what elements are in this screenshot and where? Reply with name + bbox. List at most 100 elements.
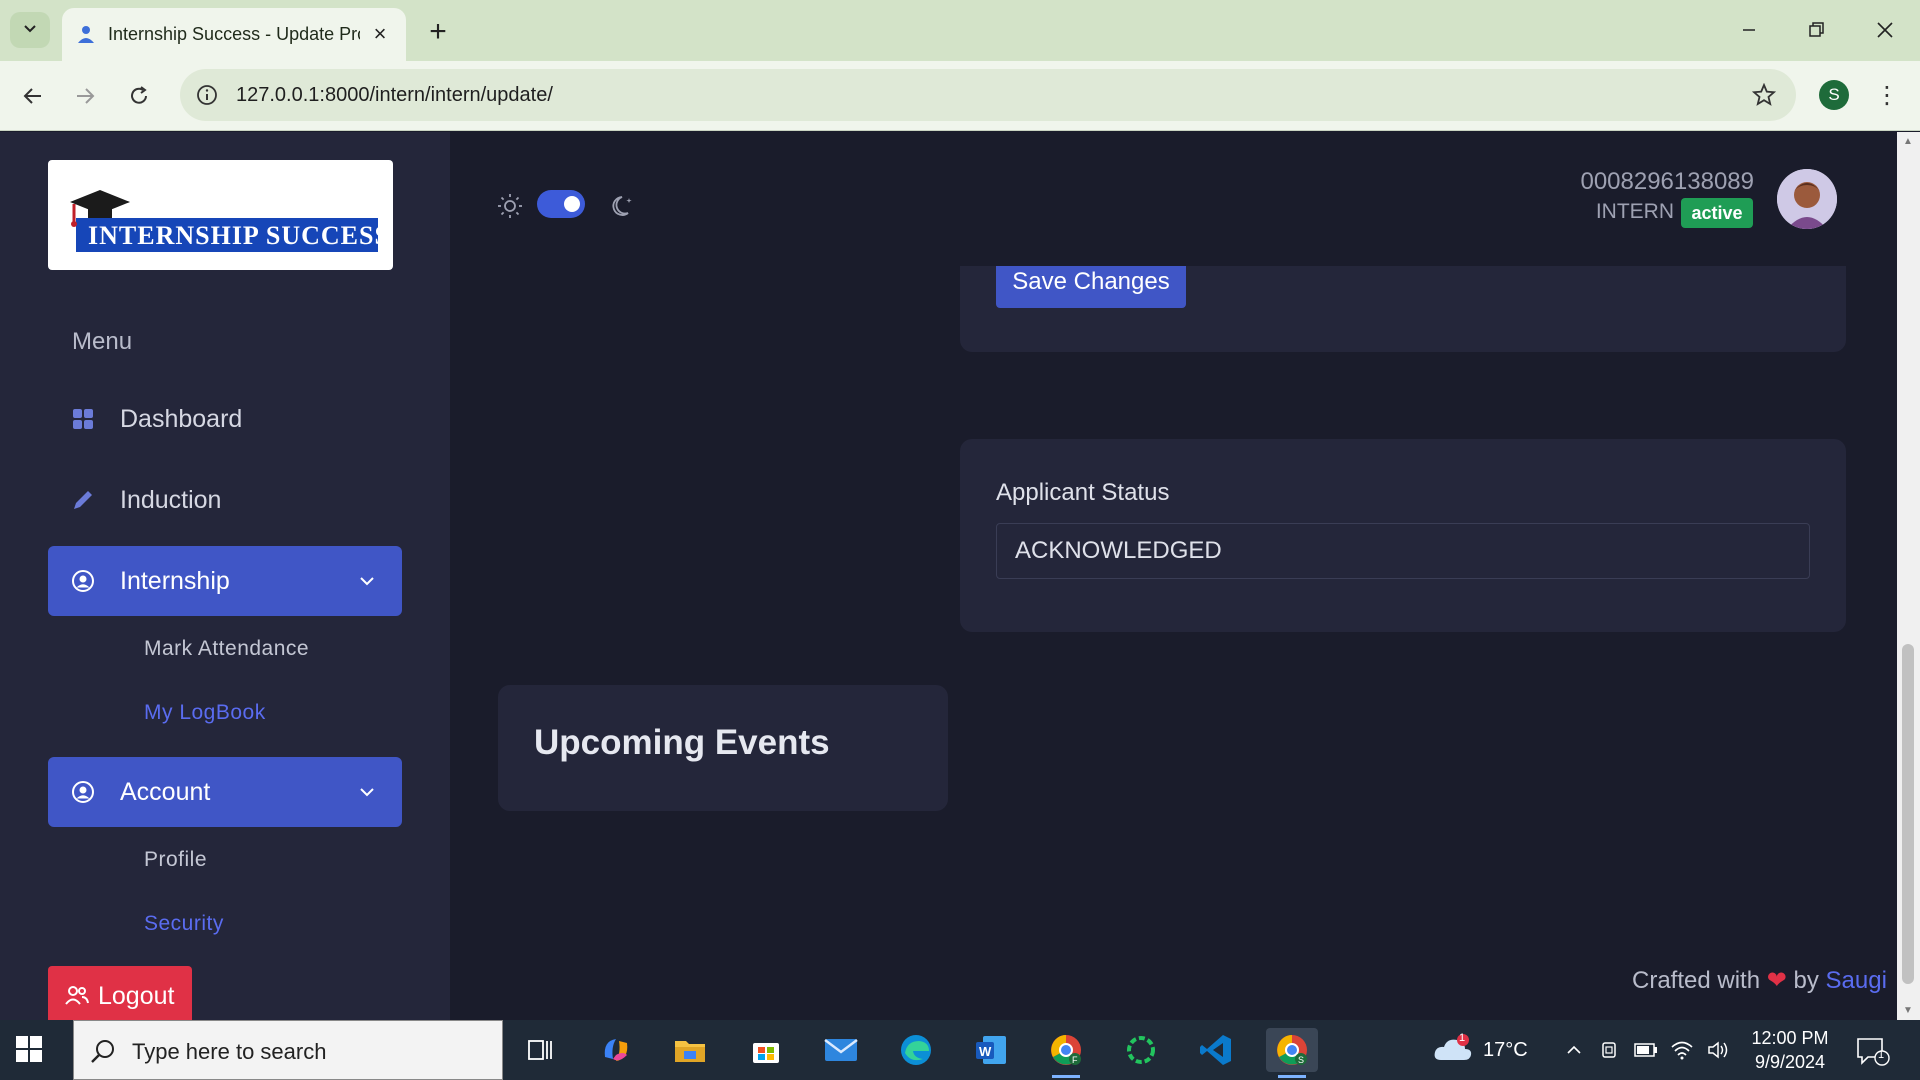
battery-icon[interactable]	[1634, 1038, 1658, 1062]
app-spinner-icon[interactable]	[1115, 1028, 1167, 1072]
windows-logo-icon	[16, 1036, 42, 1062]
word-icon[interactable]: W	[965, 1028, 1017, 1072]
search-placeholder: Type here to search	[132, 1039, 327, 1064]
sidebar-item-label: Dashboard	[120, 405, 243, 433]
sidebar-subitem-security[interactable]: Security	[144, 912, 224, 936]
footer-author-link[interactable]: Saugi	[1826, 967, 1887, 994]
url-text: 127.0.0.1:8000/intern/intern/update/	[236, 84, 553, 106]
grid-icon	[70, 406, 96, 432]
sidebar-subitem-profile[interactable]: Profile	[144, 848, 207, 872]
user-id: 0008296138089	[1580, 168, 1754, 195]
applicant-status-card: Applicant Status	[960, 439, 1846, 632]
file-explorer-icon[interactable]	[664, 1028, 716, 1072]
brand-logo[interactable]: INTERNSHIP SUCCESS	[48, 160, 393, 270]
sidebar-subitem-mark-attendance[interactable]: Mark Attendance	[144, 637, 309, 661]
sidebar-item-label: Internship	[120, 567, 230, 595]
user-favicon-icon	[74, 22, 98, 46]
status-badge: active	[1681, 198, 1753, 228]
moon-icon	[607, 190, 639, 222]
sidebar-item-induction[interactable]: Induction	[48, 465, 402, 535]
scroll-down-arrow-icon[interactable]: ▼	[1903, 1005, 1913, 1016]
events-title: Upcoming Events	[534, 723, 830, 762]
user-circle-icon	[70, 779, 96, 805]
edge-browser-icon[interactable]	[890, 1028, 942, 1072]
upcoming-events-card: Upcoming Events	[498, 685, 948, 811]
browser-tab-bar: Internship Success - Update Pro × +	[0, 0, 1920, 61]
reload-button[interactable]	[120, 77, 158, 115]
copilot-icon[interactable]	[590, 1028, 642, 1072]
vscode-icon[interactable]	[1190, 1028, 1242, 1072]
system-clock[interactable]: 12:00 PM 9/9/2024	[1740, 1026, 1840, 1074]
chevron-up-icon[interactable]	[1562, 1038, 1586, 1062]
weather-alert-count: 1	[1459, 1032, 1466, 1044]
sidebar-item-internship[interactable]: Internship	[48, 546, 402, 616]
sidebar-item-label: Account	[120, 778, 211, 806]
applicant-status-field[interactable]	[996, 523, 1810, 579]
windows-taskbar: Type here to search W F S 1 17°C 12:00 P…	[0, 1020, 1920, 1080]
chevron-down-icon	[356, 570, 378, 592]
logout-label: Logout	[98, 982, 175, 1010]
sidebar: INTERNSHIP SUCCESS Menu Dashboard Induct…	[0, 132, 450, 1020]
new-tab-button[interactable]: +	[420, 14, 456, 50]
taskbar-search-box[interactable]: Type here to search	[73, 1020, 503, 1080]
sidebar-item-label: Induction	[120, 486, 222, 514]
sidebar-item-account[interactable]: Account	[48, 757, 402, 827]
wifi-icon[interactable]	[1670, 1038, 1694, 1062]
users-icon	[64, 984, 90, 1013]
task-view-icon[interactable]	[514, 1028, 566, 1072]
toggle-knob	[564, 196, 580, 212]
svg-text:INTERNSHIP SUCCESS: INTERNSHIP SUCCESS	[88, 221, 390, 250]
heart-icon: ❤	[1766, 967, 1787, 994]
chevron-down-icon	[356, 781, 378, 803]
bookmark-star-icon[interactable]	[1750, 81, 1778, 109]
meet-now-icon[interactable]	[1598, 1038, 1622, 1062]
reload-icon	[131, 86, 147, 104]
sidebar-item-dashboard[interactable]: Dashboard	[48, 384, 402, 454]
footer-credit: Crafted with ❤ by Saugi	[1632, 966, 1887, 995]
back-button[interactable]	[14, 77, 52, 115]
minimize-button[interactable]	[1724, 10, 1774, 50]
arrow-right-icon	[77, 88, 95, 104]
svg-text:S: S	[1298, 1055, 1304, 1065]
chevron-down-icon	[22, 20, 38, 41]
chrome-profile-f-icon[interactable]: F	[1040, 1028, 1092, 1078]
avatar-image	[1777, 169, 1837, 229]
notification-center-icon[interactable]: 1	[1856, 1036, 1892, 1066]
weather-temperature: 17°C	[1483, 1039, 1528, 1061]
svg-text:W: W	[979, 1044, 992, 1059]
scrollbar-thumb[interactable]	[1902, 644, 1914, 984]
page-viewport: INTERNSHIP SUCCESS Menu Dashboard Induct…	[0, 132, 1920, 1020]
site-info-icon[interactable]	[194, 82, 220, 108]
footer-prefix: Crafted with	[1632, 967, 1761, 994]
cloud-icon	[1433, 1034, 1473, 1070]
weather-widget[interactable]: 1 17°C	[1433, 1032, 1563, 1070]
browser-profile-avatar[interactable]: S	[1819, 80, 1849, 110]
browser-menu-icon[interactable]: ⋮	[1872, 80, 1902, 110]
close-window-button[interactable]	[1860, 10, 1910, 50]
close-tab-icon[interactable]: ×	[366, 20, 394, 48]
browser-toolbar: 127.0.0.1:8000/intern/intern/update/ S ⋮	[0, 61, 1920, 131]
logout-button[interactable]: Logout	[48, 966, 192, 1020]
page-scrollbar[interactable]: ▲ ▼	[1897, 132, 1920, 1020]
address-bar[interactable]: 127.0.0.1:8000/intern/intern/update/	[180, 69, 1796, 121]
clock-date: 9/9/2024	[1754, 1052, 1826, 1072]
arrow-left-icon	[23, 88, 41, 104]
volume-icon[interactable]	[1706, 1038, 1730, 1062]
restore-button[interactable]	[1792, 10, 1842, 50]
notification-count: 1	[1878, 1049, 1885, 1061]
microsoft-store-icon[interactable]	[740, 1028, 792, 1072]
windows-start-button[interactable]	[14, 1034, 46, 1066]
user-circle-icon	[70, 568, 96, 594]
user-role: INTERN	[1595, 200, 1674, 223]
tab-title: Internship Success - Update Pro	[108, 24, 360, 44]
sidebar-subitem-my-logbook[interactable]: My LogBook	[144, 701, 266, 725]
tab-search-button[interactable]	[10, 12, 50, 48]
chrome-profile-s-icon[interactable]: S	[1266, 1028, 1318, 1078]
scroll-up-arrow-icon[interactable]: ▲	[1903, 136, 1913, 147]
menu-heading: Menu	[72, 328, 133, 355]
forward-button[interactable]	[66, 77, 104, 115]
avatar[interactable]	[1777, 169, 1837, 229]
browser-tab-active[interactable]: Internship Success - Update Pro ×	[62, 8, 406, 61]
mail-icon[interactable]	[815, 1028, 867, 1072]
dark-mode-toggle[interactable]	[537, 190, 585, 218]
